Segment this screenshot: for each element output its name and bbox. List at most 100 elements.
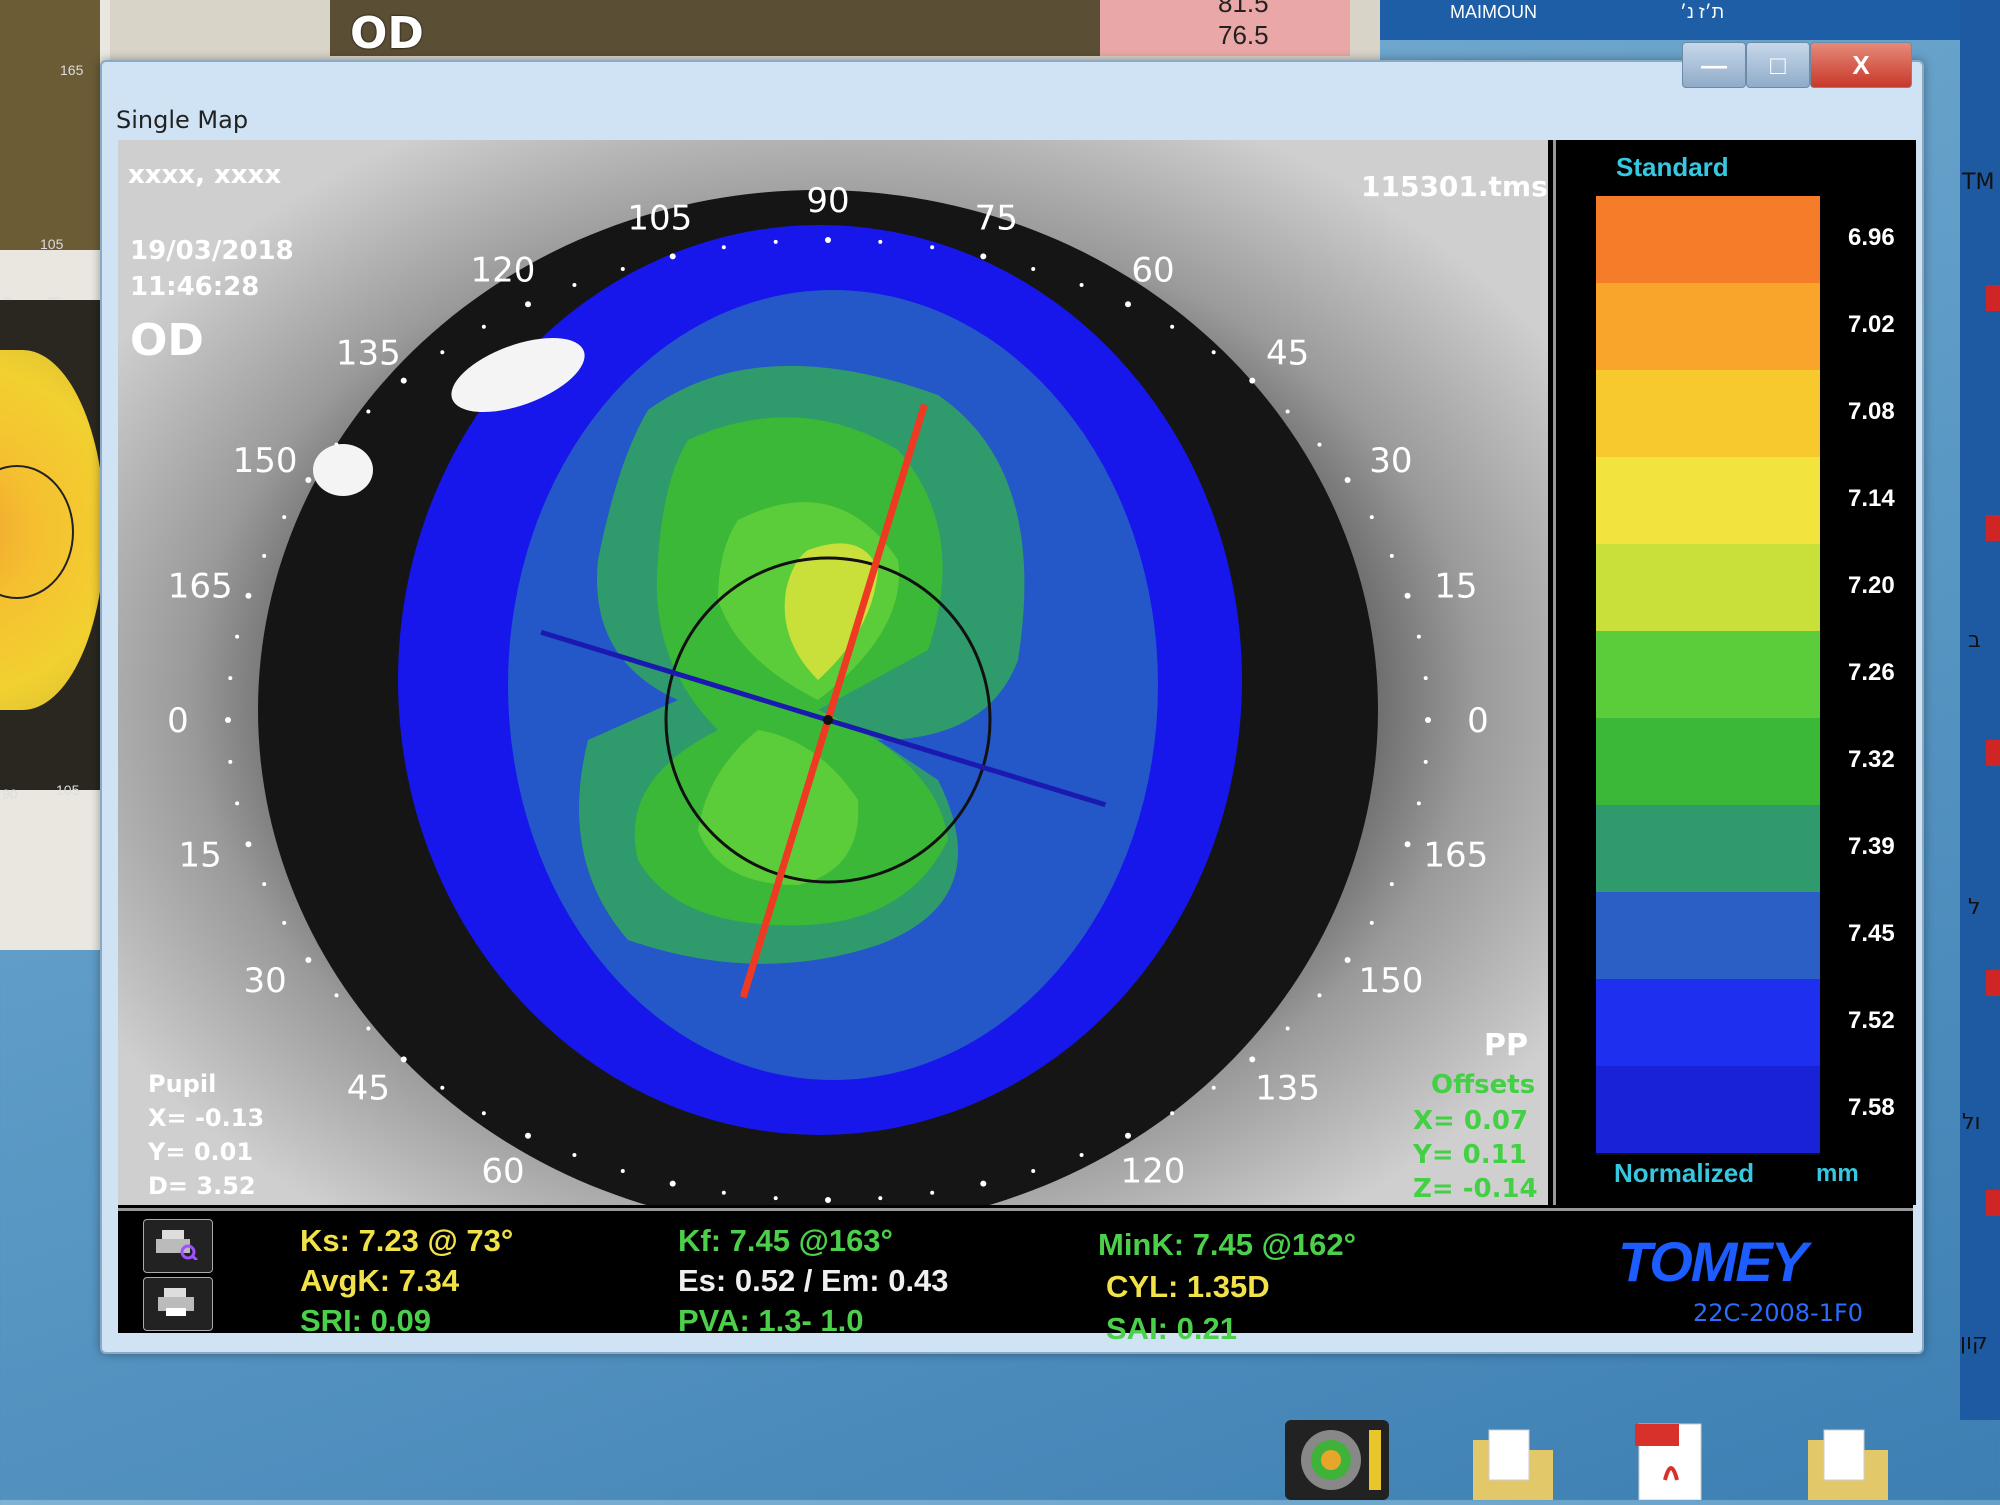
legend-unit: mm [1816, 1160, 1859, 1187]
legend-band [1596, 196, 1820, 285]
angle-tick [400, 1056, 407, 1063]
background-top-right-text: MAIMOUN [1450, 2, 1537, 22]
legend-band-value: 7.02 [1848, 311, 1895, 338]
background-right-label: ול [1962, 1110, 1981, 1135]
angle-tick [1170, 324, 1175, 329]
background-value-cell: 81.5 76.5 [1100, 0, 1350, 56]
angle-tick [400, 377, 407, 384]
angle-tick [1285, 409, 1290, 414]
angle-tick [878, 1196, 883, 1201]
angle-tick [669, 1180, 676, 1187]
angle-tick [1416, 634, 1421, 639]
angle-tick [282, 920, 287, 925]
angle-tick [305, 477, 312, 483]
angle-tick [1125, 301, 1131, 308]
angle-tick [572, 1153, 577, 1158]
angle-tick [980, 253, 987, 260]
eye-label: OD [130, 315, 204, 366]
minimize-button[interactable]: — [1682, 42, 1746, 88]
legend-band-value: 7.52 [1848, 1007, 1895, 1034]
legend-band [1596, 457, 1820, 546]
print-button[interactable] [143, 1277, 213, 1331]
angle-tick [1423, 676, 1428, 681]
angle-tick [235, 801, 240, 806]
eye-image: 90105 75120 60135 45150 30165 150 015 16530 1504… [118, 140, 1548, 1205]
title-bar[interactable]: Single Map — □ X [102, 42, 1922, 134]
angle-tick [334, 993, 339, 998]
angle-tick [1249, 377, 1256, 384]
close-button[interactable]: X [1810, 42, 1912, 88]
angle-label: 45 [1266, 333, 1309, 373]
background-tick: 165 [60, 62, 84, 78]
maximize-button[interactable]: □ [1746, 42, 1810, 88]
angle-tick [1369, 515, 1374, 520]
folder-icon-2[interactable] [1800, 1420, 1896, 1500]
angle-tick [1079, 1153, 1084, 1158]
exam-time: 11:46:28 [130, 272, 260, 302]
angle-label: 135 [336, 333, 401, 373]
pdf-icon [1635, 1423, 1702, 1501]
angle-label: 90 [806, 181, 849, 221]
pupil-x: X= -0.13 [148, 1104, 265, 1132]
folder-icon [1808, 1429, 1888, 1500]
folder-icon [1473, 1429, 1553, 1500]
background-right-label: ל [1968, 895, 1981, 920]
angle-tick [773, 1196, 778, 1201]
offset-y: Y= 0.11 [1413, 1140, 1527, 1170]
center-mark [823, 715, 833, 725]
angle-tick [525, 1132, 531, 1139]
avgk-value: AvgK: 7.34 [300, 1263, 460, 1298]
folder-icon-1[interactable] [1465, 1420, 1561, 1500]
background-red-marker [1986, 970, 2000, 996]
angle-label: 60 [481, 1151, 524, 1191]
angle-tick [825, 1197, 831, 1203]
background-right-label: ב [1968, 628, 1981, 653]
angle-tick [1125, 1132, 1131, 1139]
angle-tick [1404, 841, 1411, 848]
angle-tick [481, 1111, 486, 1116]
background-value-2: 76.5 [1218, 20, 1269, 50]
angle-label: 30 [243, 961, 286, 1001]
mink-value: MinK: 7.45 @162° [1098, 1227, 1356, 1262]
angle-tick [282, 515, 287, 520]
angle-tick [1079, 282, 1084, 287]
angle-tick [1369, 920, 1374, 925]
angle-label: 120 [471, 251, 536, 291]
angle-label: 15 [1434, 566, 1477, 606]
angle-tick [1389, 553, 1394, 558]
light-reflection-small [313, 444, 373, 496]
angle-tick [1317, 993, 1322, 998]
angle-label: 60 [1131, 251, 1174, 291]
legend-band [1596, 631, 1820, 720]
topography-app-icon[interactable] [1285, 1420, 1389, 1500]
legend-band [1596, 892, 1820, 981]
topography-map-view: 90 105 75 120 60 135 45 150 30 165 15 0 0 15 165 30 150 4… [118, 140, 1548, 1205]
kf-value: Kf: 7.45 @163° [678, 1223, 893, 1258]
angle-tick [1344, 957, 1351, 963]
legend-band-value: 7.32 [1848, 746, 1895, 773]
angle-label: 0 [1467, 701, 1489, 741]
printer-icon [158, 1288, 194, 1316]
indices-panel: Ks: 7.23 @ 73° AvgK: 7.34 SRI: 0.09 Kf: … [118, 1208, 1913, 1346]
angle-tick [1211, 350, 1216, 355]
legend-normalized: Normalized [1614, 1158, 1755, 1188]
angle-tick [1285, 1026, 1290, 1031]
window-content: 90 105 75 120 60 135 45 150 30 165 15 0 0 15 165 30 150 4… [118, 140, 1916, 1346]
angle-tick [228, 759, 233, 764]
angle-label: 30 [1369, 441, 1412, 481]
angle-tick [773, 239, 778, 244]
angle-tick [525, 301, 531, 308]
angle-tick [262, 882, 267, 887]
angle-tick [334, 442, 339, 447]
angle-label: 105 [627, 199, 692, 239]
angle-tick [1249, 1056, 1256, 1063]
legend-band [1596, 718, 1820, 807]
angle-tick [930, 1190, 935, 1195]
print-preview-button[interactable] [143, 1219, 213, 1273]
angle-tick [980, 1180, 987, 1187]
pdf-file-icon[interactable] [1625, 1420, 1721, 1501]
pupil-title: Pupil [148, 1070, 217, 1098]
angle-tick [620, 1169, 625, 1174]
angle-tick [1031, 1169, 1036, 1174]
background-right-strip: TM ב ל ול קון [1960, 0, 2000, 1420]
